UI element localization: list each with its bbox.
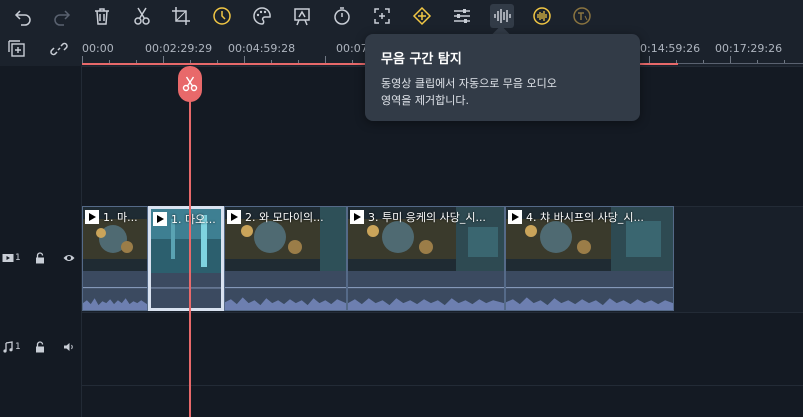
playhead[interactable] <box>189 66 191 417</box>
clip-label: 3. 투미 응케의 사당_시... <box>350 209 486 224</box>
audio-stretch-button[interactable] <box>530 4 554 28</box>
video-track-number: 1 <box>15 253 21 263</box>
ruler-label: 00:17:29:26 <box>715 42 783 55</box>
video-track-label: 1 <box>2 252 21 264</box>
playhead-handle[interactable] <box>178 66 202 102</box>
clip-label: 1. 마오... <box>153 211 216 226</box>
music-note-icon <box>3 341 13 353</box>
green-screen-icon <box>294 8 310 26</box>
sliders-icon <box>454 9 470 23</box>
fullscreen-button[interactable] <box>370 4 394 28</box>
video-visibility-button[interactable] <box>63 252 75 264</box>
speed-button[interactable] <box>210 4 234 28</box>
keyframe-button[interactable] <box>410 4 434 28</box>
speed-icon <box>213 7 231 25</box>
silence-detection-button[interactable] <box>490 4 514 28</box>
crop-icon <box>172 7 190 25</box>
lock-icon <box>36 252 44 264</box>
green-screen-button[interactable] <box>290 4 314 28</box>
crop-button[interactable] <box>169 4 193 28</box>
play-icon <box>350 209 364 224</box>
delete-button[interactable] <box>90 4 114 28</box>
audio-mute-button[interactable] <box>63 341 75 353</box>
video-clip[interactable]: 1. 마... <box>82 206 148 311</box>
color-button[interactable] <box>250 4 274 28</box>
video-clip-selected[interactable]: 1. 마오... <box>148 206 224 311</box>
undo-icon <box>14 10 31 26</box>
play-icon <box>508 209 522 224</box>
video-lock-button[interactable] <box>34 252 46 264</box>
audio-waveform <box>348 271 504 310</box>
add-track-icon <box>8 40 25 57</box>
ruler-label: 00:07 <box>336 42 368 55</box>
undo-button[interactable] <box>11 4 35 28</box>
tooltip-description-line2: 영역을 제거합니다. <box>381 94 469 107</box>
tts-icon <box>573 7 591 25</box>
speaker-icon <box>64 343 73 351</box>
clip-label: 4. 챠 바시프의 사당_시... <box>508 209 644 224</box>
timer-icon <box>334 7 350 25</box>
audio-waveform <box>225 271 346 310</box>
link-button[interactable] <box>50 40 68 58</box>
play-icon <box>85 209 99 224</box>
video-clip[interactable]: 2. 와 모다이의... <box>224 206 347 311</box>
redo-button[interactable] <box>50 4 74 28</box>
play-icon <box>227 209 241 224</box>
text-to-speech-button[interactable] <box>570 4 594 28</box>
ruler-label: 0:14:59:26 <box>640 42 701 55</box>
video-clip[interactable]: 4. 챠 바시프의 사당_시... <box>505 206 674 311</box>
fullscreen-icon <box>374 8 390 24</box>
ruler-label: 00:00 <box>82 42 114 55</box>
scissors-icon <box>182 76 198 92</box>
tooltip-description-line1: 동영상 클립에서 자동으로 무음 오디오 <box>381 77 557 90</box>
play-icon <box>153 211 167 226</box>
toolbar <box>0 0 803 32</box>
scissors-icon <box>134 7 150 25</box>
clip-label: 2. 와 모다이의... <box>227 209 324 224</box>
trash-icon <box>95 8 109 25</box>
duration-button[interactable] <box>330 4 354 28</box>
ruler-label: 00:04:59:28 <box>228 42 296 55</box>
palette-icon <box>253 7 271 25</box>
add-track-button[interactable] <box>8 40 26 58</box>
track-header-column: 1 1 <box>0 66 82 417</box>
waveform-icon <box>494 9 511 23</box>
video-track-icon <box>2 254 14 262</box>
split-button[interactable] <box>130 4 154 28</box>
silence-detection-tooltip: 무음 구간 탐지 동영상 클립에서 자동으로 무음 오디오 영역을 제거합니다. <box>365 34 640 121</box>
audio-stretch-icon <box>533 7 551 25</box>
link-icon <box>50 42 68 56</box>
adjust-button[interactable] <box>450 4 474 28</box>
eye-icon <box>63 255 75 261</box>
lock-icon <box>36 341 44 353</box>
audio-waveform <box>506 271 673 310</box>
audio-waveform <box>151 273 221 308</box>
audio-track-number: 1 <box>15 342 21 352</box>
audio-waveform <box>83 271 147 310</box>
ruler-label: 00:02:29:29 <box>145 42 213 55</box>
tooltip-title: 무음 구간 탐지 <box>381 52 462 67</box>
keyframe-icon <box>412 6 432 26</box>
audio-track-label: 1 <box>2 341 21 353</box>
redo-icon <box>54 10 71 26</box>
audio-lock-button[interactable] <box>34 341 46 353</box>
clip-label: 1. 마... <box>85 209 138 224</box>
video-clip[interactable]: 3. 투미 응케의 사당_시... <box>347 206 505 311</box>
